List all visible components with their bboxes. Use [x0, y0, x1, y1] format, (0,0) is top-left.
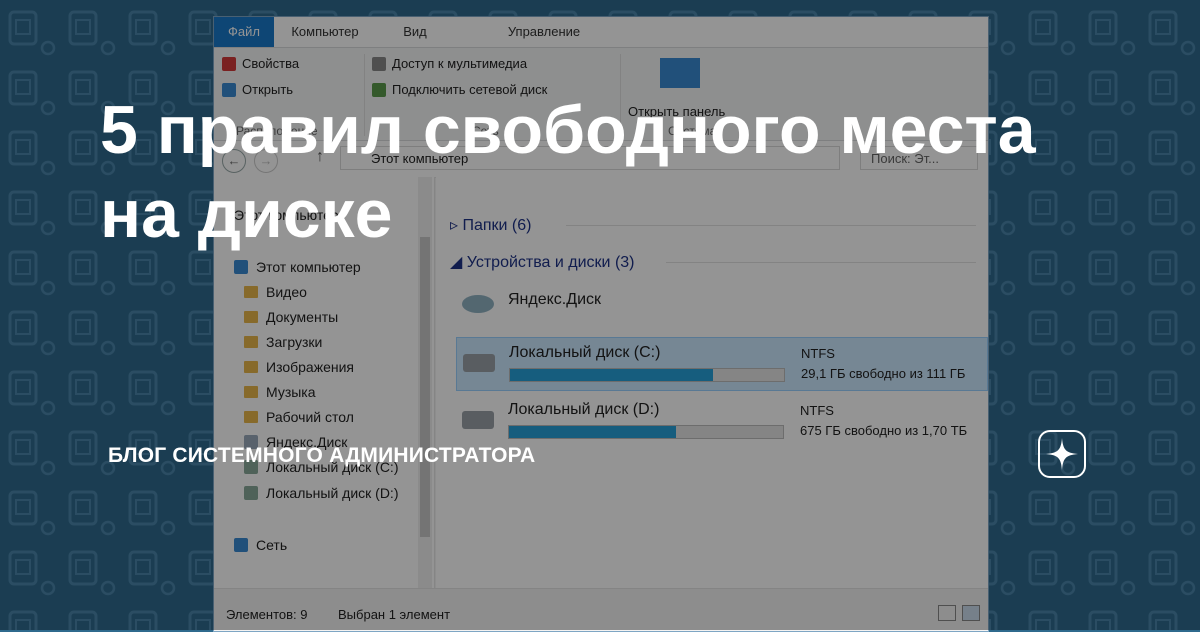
zen-logo — [1038, 430, 1086, 478]
blog-name: БЛОГ СИСТЕМНОГО АДМИНИСТРАТОРА — [108, 444, 536, 467]
article-title: 5 правил свободного места на диске — [100, 92, 1036, 252]
sparkle-icon — [1046, 438, 1078, 470]
